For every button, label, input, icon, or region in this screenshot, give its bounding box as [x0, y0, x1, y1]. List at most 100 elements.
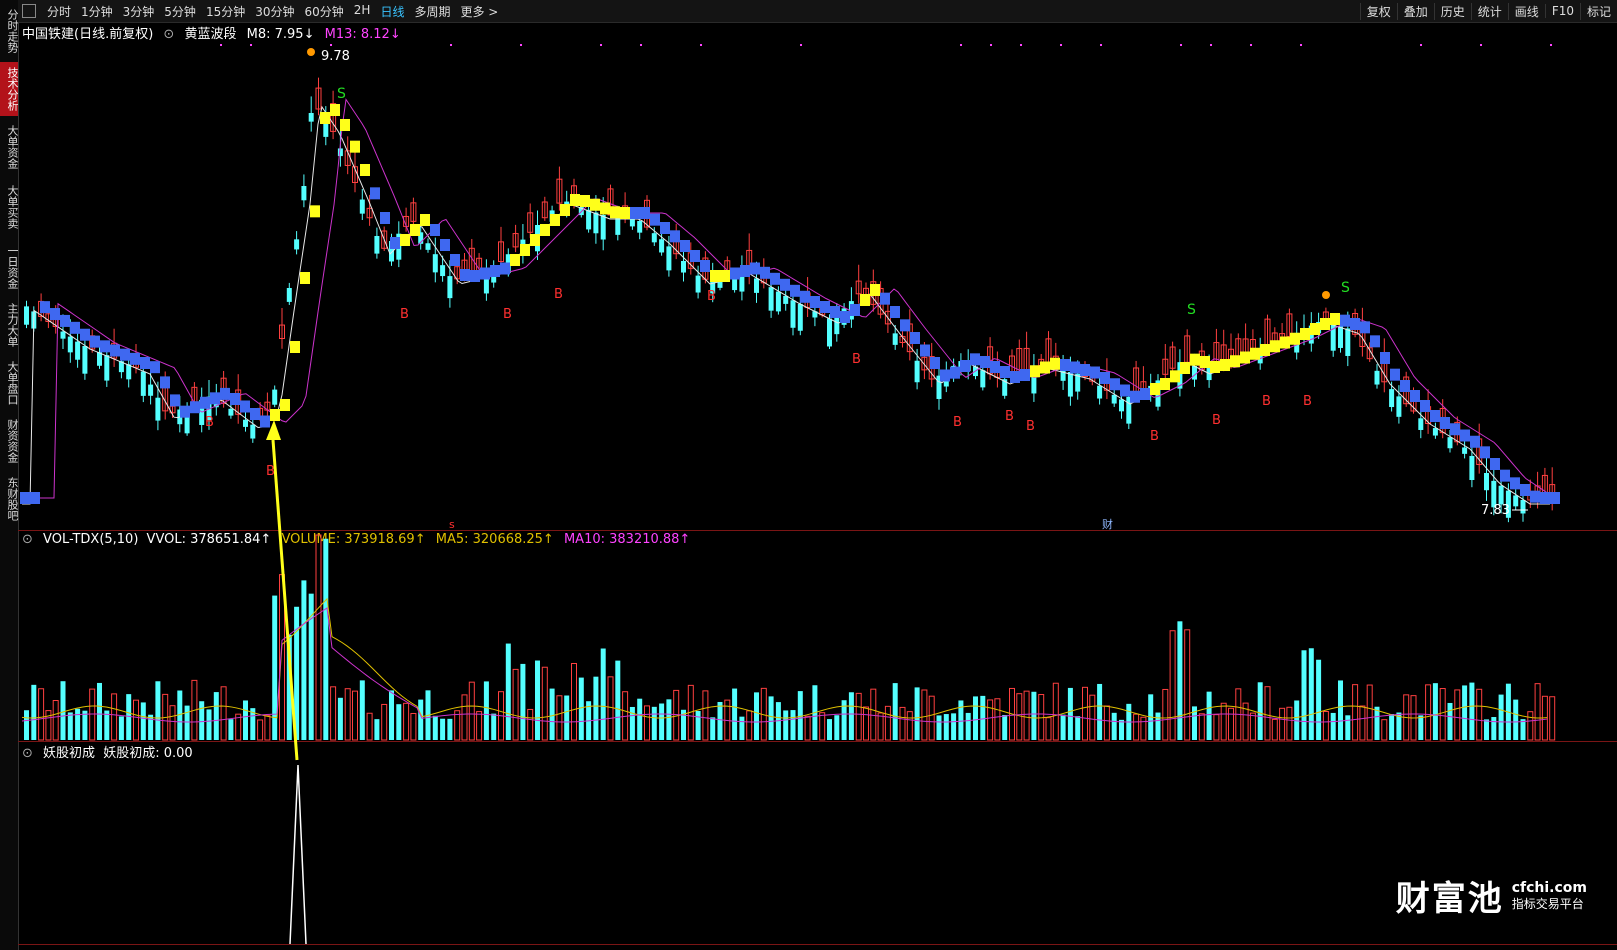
volume-bar	[695, 711, 701, 740]
volume-bar	[1140, 716, 1147, 741]
candle	[681, 261, 686, 273]
candle	[1484, 473, 1489, 491]
volume-bar	[199, 701, 205, 740]
candle	[359, 199, 365, 214]
volume-bar	[819, 712, 826, 741]
band-block	[1290, 332, 1300, 345]
buy-mark: B	[1303, 394, 1312, 409]
band-block	[810, 296, 820, 308]
band-block	[870, 284, 880, 296]
volume-bar	[45, 710, 52, 741]
volume-bar	[783, 710, 789, 740]
buy-mark: B	[1026, 419, 1035, 434]
band-block	[140, 357, 150, 369]
band-block	[70, 321, 80, 334]
candle	[1192, 366, 1197, 380]
volume-bar	[958, 700, 964, 740]
volume-bar	[1345, 715, 1351, 740]
band-block	[960, 360, 970, 372]
volume-bar	[1119, 719, 1124, 740]
band-block	[1310, 323, 1320, 335]
buy-mark: B	[1005, 409, 1014, 424]
band-block	[1540, 492, 1550, 504]
candle	[651, 233, 657, 243]
band-block	[40, 301, 50, 314]
candle	[75, 341, 81, 360]
band-block	[1330, 313, 1340, 325]
candle	[768, 287, 774, 311]
candle	[666, 246, 672, 271]
volume-bar	[746, 710, 753, 741]
band-block	[920, 344, 930, 357]
band-block	[1150, 383, 1160, 395]
band-block	[240, 400, 250, 413]
volume-bar	[1213, 714, 1220, 741]
volume-bar	[520, 663, 526, 740]
band-block	[1460, 429, 1470, 442]
volume-bar	[1169, 630, 1176, 741]
kline-chart[interactable]: BBB BB BBB BBBBB BSSSs 财9.787.83	[0, 0, 1617, 950]
band-block	[230, 393, 240, 405]
candle	[308, 113, 314, 122]
volume-bar	[82, 710, 88, 740]
band-block	[1170, 370, 1180, 383]
volume-bar	[1228, 707, 1234, 741]
volume-bar	[914, 687, 920, 740]
band-block	[50, 308, 60, 321]
band-block	[1160, 378, 1170, 390]
volume-bar	[863, 706, 869, 741]
volume-bar	[228, 719, 234, 740]
volume-bar	[359, 680, 365, 740]
candle	[783, 295, 789, 304]
band-block	[620, 207, 630, 219]
signal-dot	[1250, 44, 1252, 46]
volume-bar	[987, 699, 994, 741]
volume-bar	[352, 690, 358, 741]
volume-bar	[1162, 688, 1169, 741]
band-block	[1320, 318, 1330, 330]
buy-mark: B	[400, 307, 409, 322]
signal-dot	[1100, 44, 1102, 46]
volume-bar	[541, 666, 548, 741]
band-block	[1070, 361, 1080, 374]
band-block	[160, 376, 170, 389]
signal-dot	[990, 44, 992, 46]
candle	[892, 333, 898, 345]
band-block	[1370, 335, 1380, 348]
band-block	[1410, 390, 1420, 402]
band-block	[970, 353, 980, 366]
band-block	[320, 112, 330, 124]
band-block	[350, 140, 360, 153]
volume-bar	[454, 710, 461, 741]
volume-bar	[52, 700, 59, 741]
candle	[827, 318, 832, 347]
band-block	[760, 266, 770, 279]
candle	[797, 303, 803, 331]
band-block	[1500, 469, 1510, 482]
volume-bar	[1476, 688, 1483, 741]
band-block	[340, 119, 350, 131]
candle	[834, 315, 840, 335]
watermark-domain: cfchi.com	[1511, 879, 1587, 896]
band-block	[1010, 371, 1020, 383]
band-block	[90, 335, 100, 348]
band-block	[690, 250, 700, 262]
band-block	[890, 306, 900, 318]
band-block	[1390, 368, 1400, 381]
volume-bar	[1249, 712, 1256, 741]
band-block	[450, 254, 460, 266]
volume-bar	[1075, 716, 1081, 740]
candle	[228, 408, 234, 416]
candle	[24, 306, 29, 325]
volume-bar	[264, 715, 271, 741]
band-block	[590, 198, 600, 211]
candle	[1469, 455, 1475, 481]
band-block	[470, 270, 480, 282]
band-block	[1200, 356, 1210, 368]
candle	[82, 346, 88, 374]
volume-bar	[906, 711, 913, 741]
band-block	[1340, 314, 1350, 327]
candle	[1513, 495, 1519, 507]
buy-mark: B	[266, 464, 275, 479]
volume-bar	[739, 716, 745, 740]
